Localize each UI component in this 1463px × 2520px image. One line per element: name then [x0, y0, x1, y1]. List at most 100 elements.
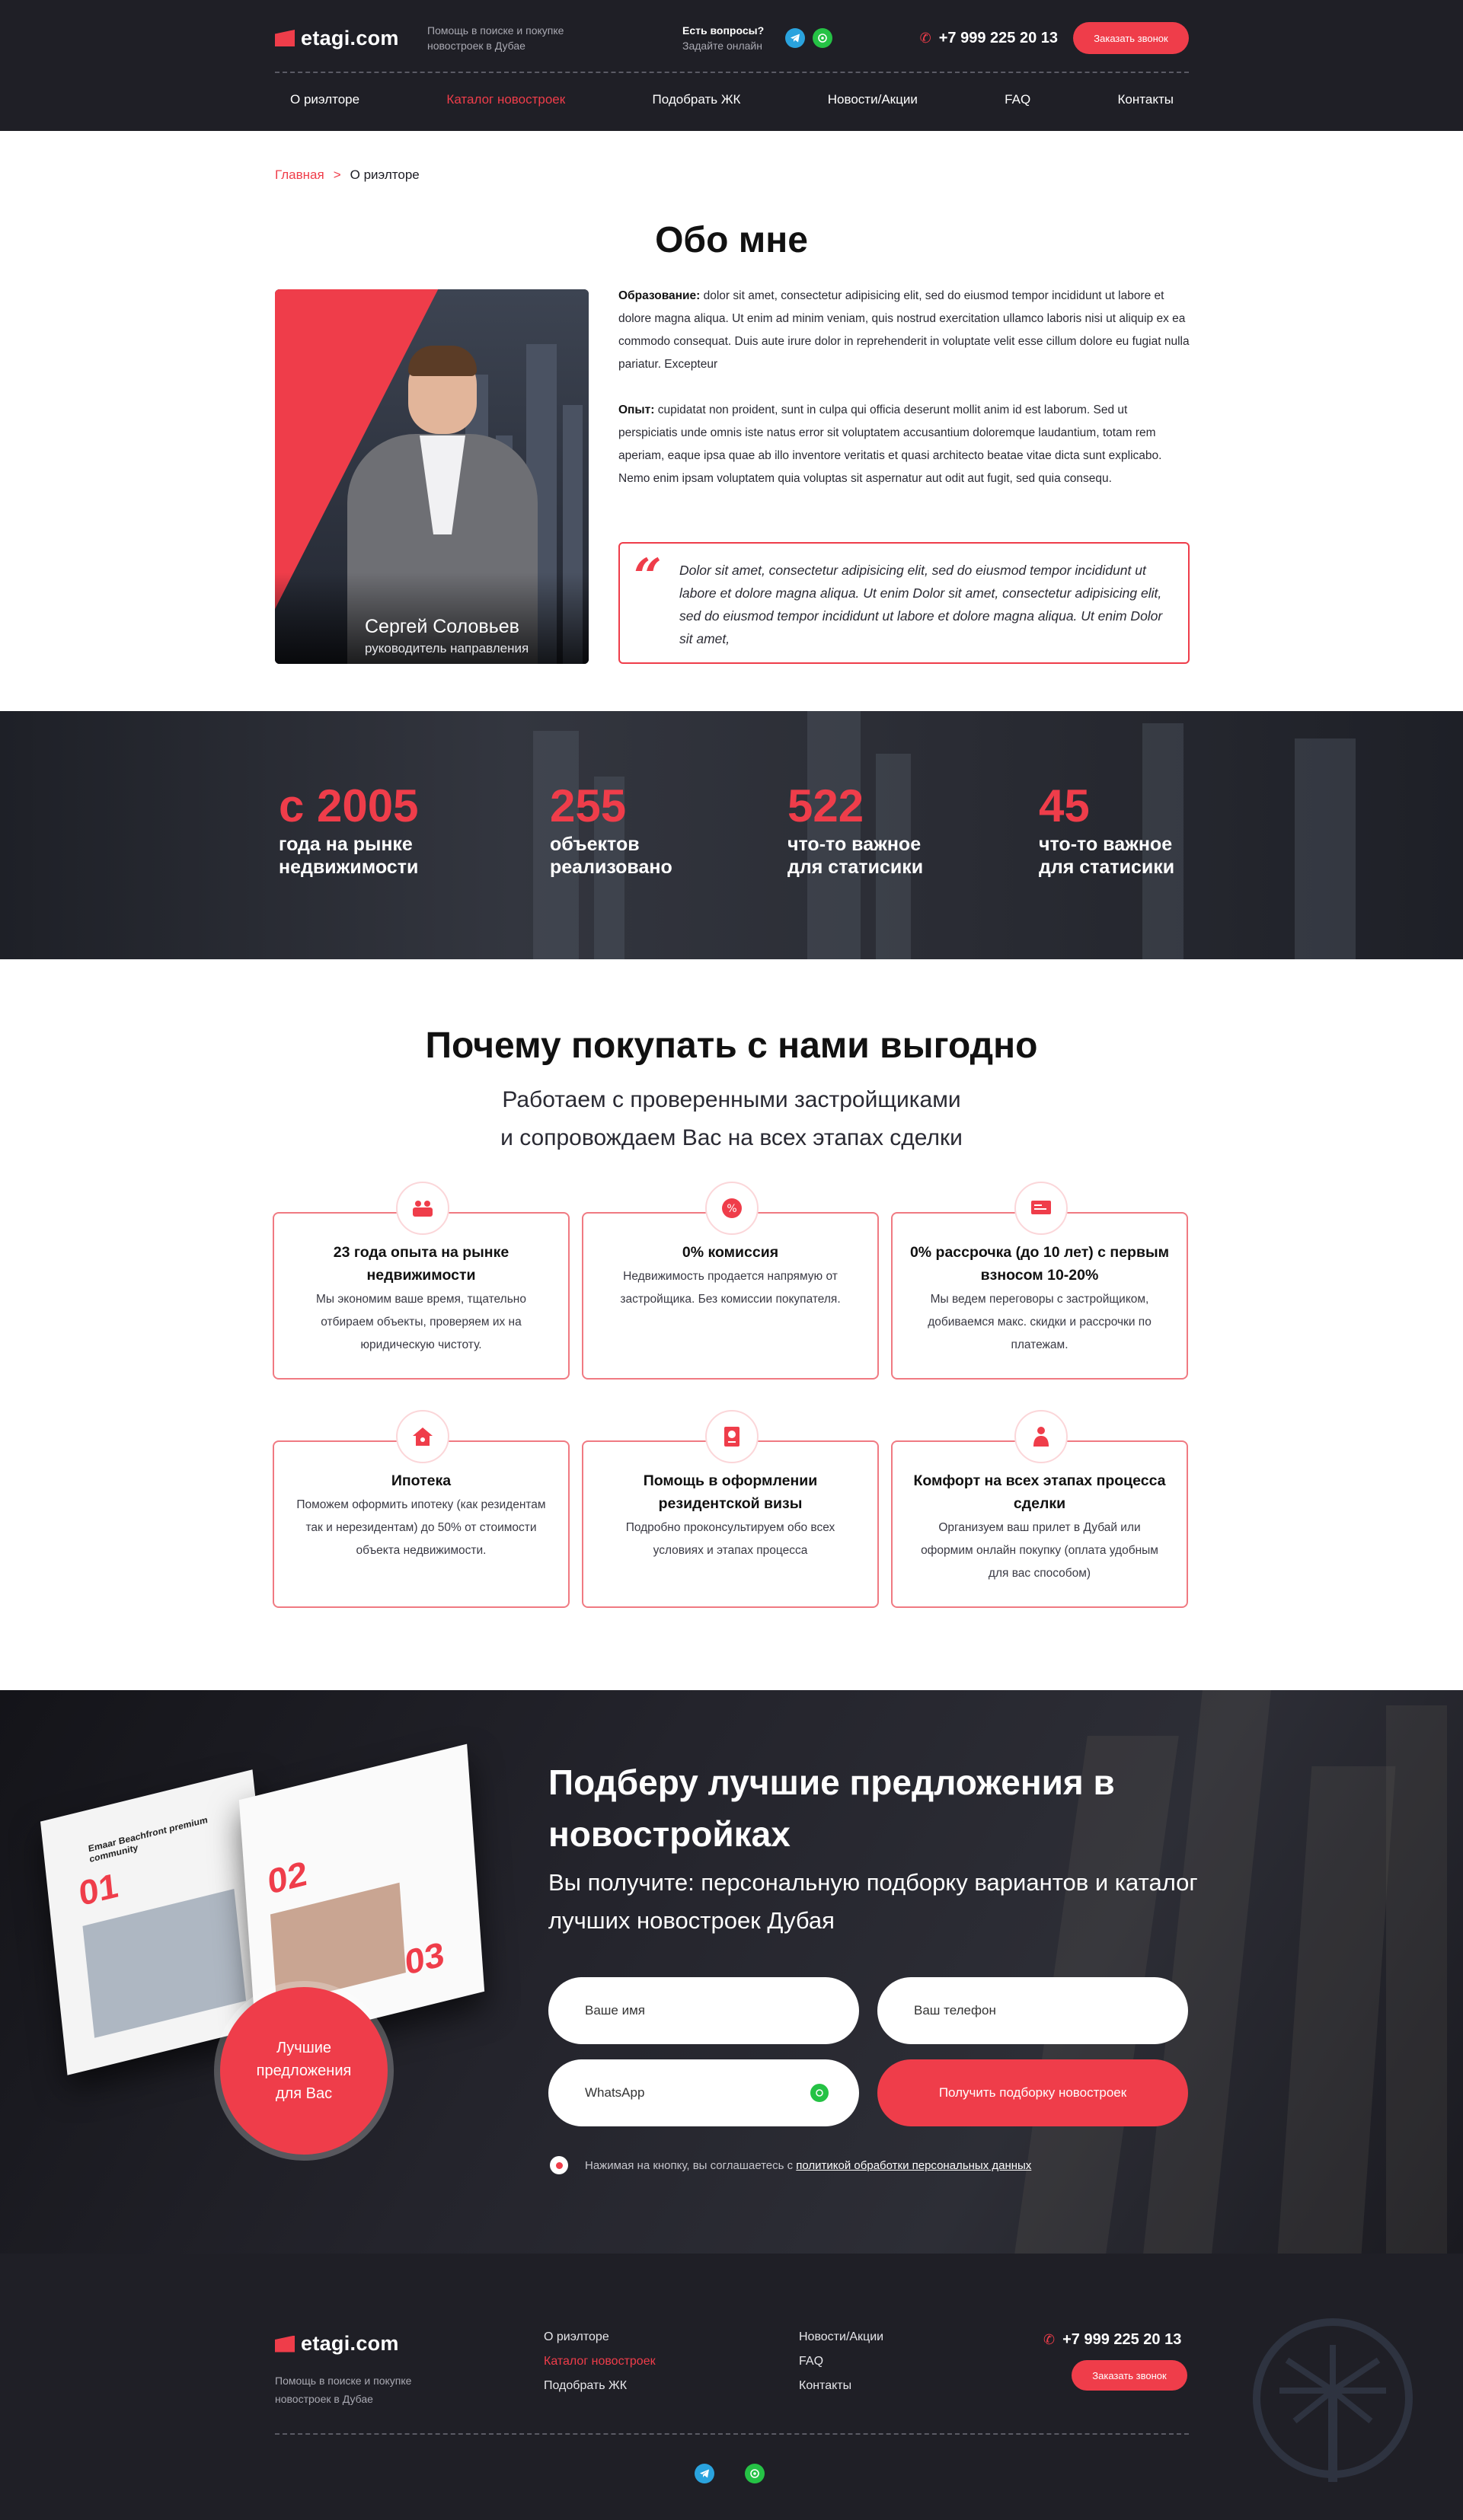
why-title: Почему покупать с нами выгодно	[425, 1026, 1038, 1066]
house-icon	[396, 1410, 449, 1463]
why-subtitle-line: и сопровождаем Вас на всех этапах сделки	[500, 1125, 963, 1150]
nav-item-pick[interactable]: Подобрать ЖК	[637, 92, 756, 107]
messenger-value: WhatsApp	[585, 2085, 645, 2100]
card-text: Поможем оформить ипотеку (как резидентам…	[296, 1498, 546, 1557]
stat-item: 522 что-то важное для статисики	[787, 780, 947, 879]
phone-input[interactable]: Ваш телефон	[877, 1977, 1188, 2044]
stats-section: с 2005 года на рынке недвижимости 255 об…	[0, 711, 1463, 959]
stat-item: с 2005 года на рынке недвижимости	[279, 780, 446, 879]
footer-messengers	[695, 2464, 765, 2483]
footer-link-contacts[interactable]: Контакты	[799, 2378, 883, 2394]
about-text: Образование: dolor sit amet, consectetur…	[618, 285, 1190, 513]
footer-link-about[interactable]: О риэлторе	[544, 2330, 656, 2345]
comfort-icon	[1014, 1410, 1068, 1463]
footer-link-pick[interactable]: Подобрать ЖК	[544, 2378, 656, 2394]
logo[interactable]: etagi.com	[275, 27, 404, 50]
experience-paragraph: Опыт: cupidatat non proident, sunt in cu…	[618, 399, 1190, 490]
lead-title: Подберу лучшие предложения в новостройка…	[548, 1762, 1115, 1854]
installment-icon	[1014, 1182, 1068, 1235]
stat-label: объектов реализовано	[550, 834, 672, 878]
card-title: 0% рассрочка (до 10 лет) с первым взносо…	[909, 1244, 1170, 1284]
stat-value: 45	[1039, 780, 1090, 831]
person-hair	[408, 346, 477, 376]
footer-phone-number: +7 999 225 20 13	[1062, 2331, 1182, 2348]
palm-island-icon	[1253, 2318, 1413, 2482]
question-sub: Задайте онлайн	[682, 40, 762, 52]
about-title: Обо мне	[655, 220, 808, 260]
footer-divider	[275, 2433, 1189, 2435]
why-subtitle-line: Работаем с проверенными застройщиками	[502, 1087, 961, 1112]
nav-item-contacts[interactable]: Контакты	[1103, 92, 1189, 107]
nav-item-about[interactable]: О риэлторе	[275, 92, 375, 107]
magazine-number: 01	[77, 1864, 120, 1914]
card-title: Ипотека	[391, 1472, 452, 1489]
messenger-select[interactable]: WhatsApp	[548, 2059, 859, 2126]
whatsapp-icon[interactable]	[745, 2464, 765, 2483]
experience-text: cupidatat non proident, sunt in culpa qu…	[618, 404, 1162, 485]
benefit-card: Комфорт на всех этапах процесса сделки О…	[891, 1410, 1188, 1608]
phone-icon: ✆	[1043, 2332, 1056, 2347]
footer-logo[interactable]: etagi.com	[275, 2332, 399, 2356]
card-text: Мы экономим ваше время, тщательно отбира…	[316, 1293, 526, 1351]
stat-label: года на рынке недвижимости	[279, 834, 419, 878]
realtor-portrait: Сергей Соловьев руководитель направления	[275, 289, 589, 664]
card-title: Комфорт на всех этапах процесса сделки	[913, 1472, 1166, 1512]
benefit-card: 23 года опыта на рынке недвижимости Мы э…	[273, 1182, 570, 1380]
telegram-icon[interactable]	[695, 2464, 714, 2483]
logo-mark-icon	[275, 2335, 295, 2353]
submit-button[interactable]: Получить подборку новостроек	[877, 2059, 1188, 2126]
education-label: Образование:	[618, 289, 701, 302]
footer-call-button[interactable]: Заказать звонок	[1072, 2360, 1187, 2391]
header-phone[interactable]: ✆ +7 999 225 20 13	[920, 30, 1058, 47]
phone-icon: ✆	[919, 30, 931, 46]
telegram-icon[interactable]	[785, 28, 805, 48]
lead-subtitle: Вы получите: персональную подборку вариа…	[548, 1869, 1198, 1934]
footer-logo-text: etagi.com	[301, 2332, 399, 2355]
stats-background	[0, 711, 1463, 959]
footer-tagline: Помощь в поиске и покупке новостроек в Д…	[275, 2375, 412, 2405]
stat-value: с 2005	[279, 780, 419, 831]
footer-link-news[interactable]: Новости/Акции	[799, 2330, 883, 2345]
footer-link-catalog[interactable]: Каталог новостроек	[544, 2354, 656, 2369]
consent-checkbox[interactable]	[550, 2156, 568, 2174]
whatsapp-icon	[810, 2084, 829, 2102]
experience-label: Опыт:	[618, 404, 655, 416]
percent-icon: %	[705, 1182, 759, 1235]
card-text: Недвижимость продается напрямую от застр…	[620, 1270, 841, 1306]
svg-text:%: %	[727, 1203, 736, 1215]
call-request-button[interactable]: Заказать звонок	[1073, 22, 1189, 54]
stat-label: что-то важное для статисики	[1039, 834, 1175, 878]
logo-text: etagi.com	[301, 26, 399, 49]
magazine-number: 02	[267, 1852, 308, 1902]
site-footer: etagi.com Помощь в поиске и покупке ново…	[0, 2254, 1463, 2520]
lead-section: Emaar Beachfront premium community 01 02…	[0, 1690, 1463, 2254]
nav-item-news[interactable]: Новости/Акции	[813, 92, 933, 107]
card-title: 0% комиссия	[682, 1244, 779, 1261]
breadcrumb-home[interactable]: Главная	[275, 167, 324, 183]
card-text: Мы ведем переговоры с застройщиком, доби…	[928, 1293, 1152, 1351]
stat-item: 255 объектов реализовано	[550, 780, 702, 879]
footer-phone[interactable]: ✆ +7 999 225 20 13	[1043, 2331, 1181, 2349]
privacy-policy-link[interactable]: политикой обработки персональных данных	[796, 2159, 1031, 2172]
benefit-card: Ипотека Поможем оформить ипотеку (как ре…	[273, 1410, 570, 1608]
city-tower	[1386, 1705, 1447, 2254]
site-header: etagi.com Помощь в поиске и покупке ново…	[0, 0, 1463, 131]
realtor-name: Сергей Соловьев	[365, 616, 519, 637]
best-offers-badge: Лучшие предложения для Вас	[220, 1987, 388, 2155]
name-input[interactable]: Ваше имя	[548, 1977, 859, 2044]
header-phone-number: +7 999 225 20 13	[938, 29, 1058, 46]
stat-label: что-то важное для статисики	[787, 834, 924, 878]
consent-label: Нажимая на кнопку, вы соглашаетесь с	[585, 2158, 797, 2172]
question-title: Есть вопросы?	[682, 24, 765, 37]
benefit-card: % 0% комиссия Недвижимость продается нап…	[582, 1182, 879, 1380]
consent-text: Нажимая на кнопку, вы соглашаетесь с пол…	[585, 2159, 1031, 2172]
main-nav: О риэлторе Каталог новостроек Подобрать …	[275, 88, 1189, 111]
contact-question: Есть вопросы? Задайте онлайн	[682, 23, 778, 53]
nav-item-faq[interactable]: FAQ	[989, 92, 1046, 107]
footer-link-faq[interactable]: FAQ	[799, 2354, 883, 2369]
magazine-number: 03	[404, 1934, 446, 1983]
whatsapp-icon[interactable]	[813, 28, 832, 48]
nav-item-catalog[interactable]: Каталог новостроек	[431, 92, 580, 107]
header-tagline: Помощь в поиске и покупке новостроек в Д…	[427, 24, 564, 52]
footer-nav-col-1: О риэлторе Каталог новостроек Подобрать …	[544, 2330, 656, 2394]
